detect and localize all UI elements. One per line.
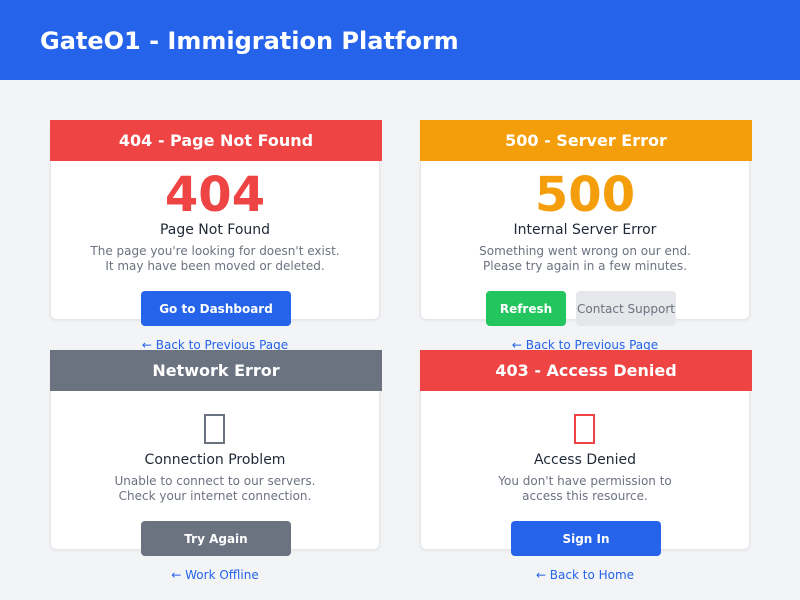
back-to-home-link[interactable]: ← Back to Home [421,567,749,583]
contact-support-button[interactable]: Contact Support [576,291,676,326]
card-message-line-2: Please try again in a few minutes. [483,259,687,273]
card-header: 403 - Access Denied [420,350,752,391]
work-offline-link[interactable]: ← Work Offline [51,567,379,583]
network-icon [201,409,229,449]
go-to-dashboard-button[interactable]: Go to Dashboard [141,291,291,326]
card-message-line-2: access this resource. [522,489,648,503]
card-message-line-1: Unable to connect to our servers. [114,474,316,488]
error-code: 500 [534,167,636,223]
card-header: Network Error [50,350,382,391]
card-subtitle: Connection Problem [144,452,286,468]
card-header: 404 - Page Not Found [50,120,382,161]
app-title: GateO1 - Immigration Platform [40,27,459,55]
try-again-button[interactable]: Try Again [141,521,291,556]
card-message-line-1: Something went wrong on our end. [479,244,691,258]
error-card-500: 500 - Server Error 500 Internal Server E… [420,120,752,352]
sign-in-button[interactable]: Sign In [511,521,661,556]
error-card-403: 403 - Access Denied Access Denied You do… [420,350,752,582]
card-message-line-2: It may have been moved or deleted. [105,259,325,273]
card-subtitle: Page Not Found [159,222,271,238]
lock-icon [571,409,599,449]
card-message-line-2: Check your internet connection. [118,489,312,503]
app-header: GateO1 - Immigration Platform [0,0,800,80]
error-card-404: 404 - Page Not Found 404 Page Not Found … [50,120,382,352]
card-message-line-1: You don't have permission to [498,474,672,488]
card-message-line-1: The page you're looking for doesn't exis… [90,244,340,258]
card-subtitle: Access Denied [533,452,637,468]
refresh-button[interactable]: Refresh [486,291,566,326]
error-card-network: Network Error Connection Problem Unable … [50,350,382,582]
card-header: 500 - Server Error [420,120,752,161]
error-code: 404 [164,167,266,223]
card-subtitle: Internal Server Error [513,222,657,238]
